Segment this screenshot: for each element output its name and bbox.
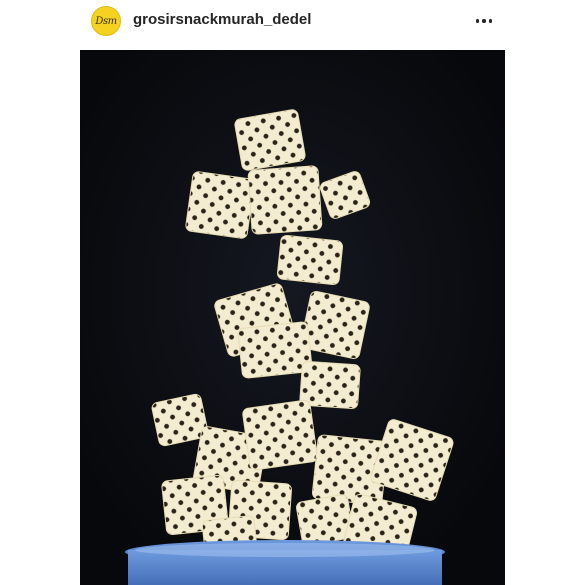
username-link[interactable]: grosirsnackmurah_dedel xyxy=(133,11,311,28)
cracker-chip xyxy=(276,234,344,286)
photo-illustration xyxy=(80,50,505,585)
cracker-chip xyxy=(247,165,323,235)
dot xyxy=(488,19,493,23)
cracker-chip xyxy=(185,171,255,239)
more-options-icon[interactable] xyxy=(470,10,498,32)
avatar[interactable]: Dsm xyxy=(91,6,121,36)
bowl xyxy=(125,540,445,585)
cracker-chip xyxy=(242,399,318,471)
dot xyxy=(482,19,486,23)
post-header: Dsm grosirsnackmurah_dedel xyxy=(0,0,585,50)
post-photo[interactable] xyxy=(80,50,505,585)
dot xyxy=(475,19,480,23)
cracker-chip xyxy=(234,109,306,171)
cracker-chip xyxy=(237,321,313,379)
